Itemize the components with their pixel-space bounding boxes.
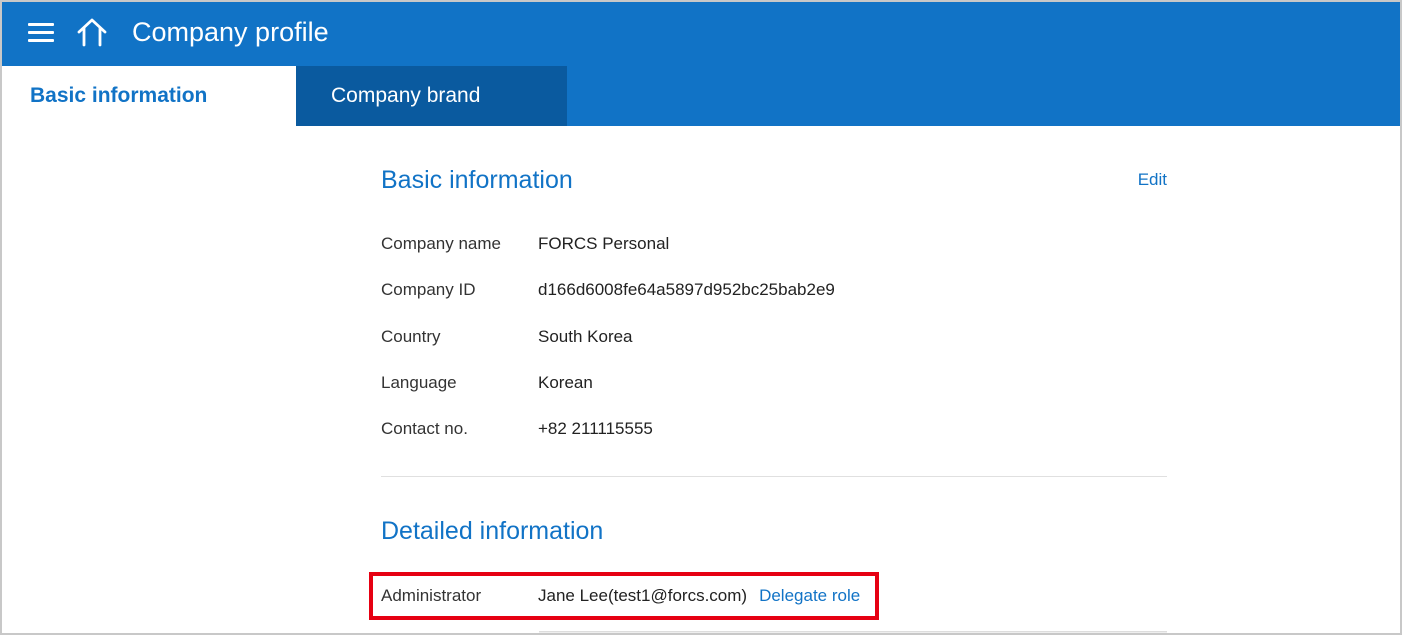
hamburger-menu-icon[interactable] [28,22,54,44]
field-label: Language [381,373,457,392]
field-label: Country [381,327,441,346]
tab-company-brand[interactable]: Company brand [296,66,567,126]
field-label: Company ID [381,280,476,299]
field-label: Contact no. [381,419,468,438]
tab-basic-information[interactable]: Basic information [2,66,296,126]
basic-information-heading: Basic information [381,166,573,194]
page-title: Company profile [132,17,329,47]
administrator-highlight-box [369,572,879,620]
field-value: South Korea [538,327,633,346]
field-value: d166d6008fe64a5897d952bc25bab2e9 [538,280,835,299]
app-header: Company profile [2,2,1400,66]
field-value: FORCS Personal [538,234,670,253]
section-divider [381,476,1167,477]
next-row-edge [539,631,1167,633]
edit-link[interactable]: Edit [1138,170,1167,190]
home-icon[interactable] [76,17,108,47]
field-value: Korean [538,373,593,392]
field-value: +82 211115555 [538,419,653,438]
page-frame: Company profile Basic information Compan… [0,0,1402,635]
field-label: Company name [381,234,502,253]
detailed-information-heading: Detailed information [381,517,604,545]
tab-bar: Basic information Company brand [2,66,1400,126]
